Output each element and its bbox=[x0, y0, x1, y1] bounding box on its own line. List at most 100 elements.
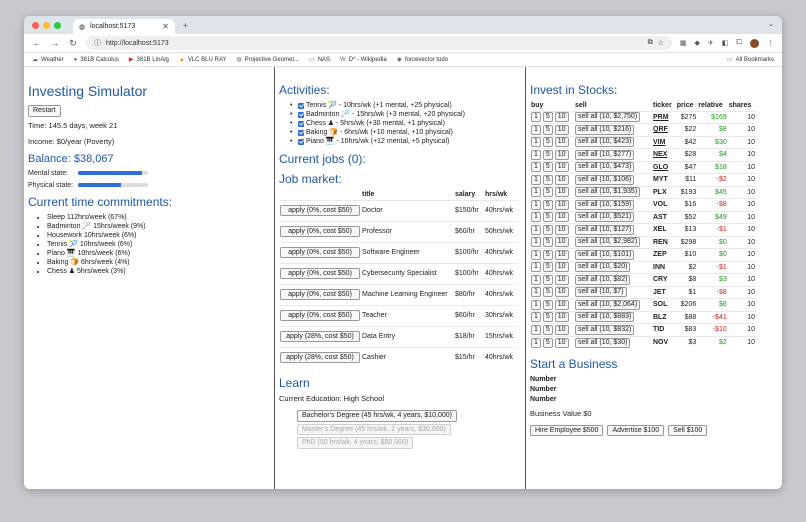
apply-button[interactable]: apply (28%, cost $50) bbox=[280, 352, 360, 364]
avatar[interactable] bbox=[750, 38, 759, 48]
buy-1-button[interactable]: 1 bbox=[531, 149, 541, 160]
buy-5-button[interactable]: 5 bbox=[542, 112, 553, 123]
buy-1-button[interactable]: 1 bbox=[531, 224, 541, 235]
buy-1-button[interactable]: 1 bbox=[531, 199, 541, 210]
bookmark-item[interactable]: ▶ 381B LinAlg bbox=[129, 56, 169, 64]
buy-10-button[interactable]: 10 bbox=[554, 249, 569, 260]
buy-10-button[interactable]: 10 bbox=[554, 137, 569, 148]
sell-all-button[interactable]: sell all (10, $101) bbox=[575, 249, 635, 260]
sell-all-button[interactable]: sell all (10, $7) bbox=[575, 287, 627, 298]
buy-10-button[interactable]: 10 bbox=[554, 124, 569, 135]
sell-all-button[interactable]: sell all (10, $473) bbox=[575, 162, 635, 173]
buy-1-button[interactable]: 1 bbox=[531, 324, 541, 335]
buy-1-button[interactable]: 1 bbox=[531, 287, 541, 298]
sell-all-button[interactable]: sell all (10, $2,064) bbox=[575, 299, 641, 310]
buy-10-button[interactable]: 10 bbox=[554, 287, 569, 298]
sell-all-button[interactable]: sell all (10, $2,982) bbox=[575, 237, 641, 248]
sell-all-button[interactable]: sell all (10, $216) bbox=[575, 124, 635, 135]
buy-10-button[interactable]: 10 bbox=[554, 312, 569, 323]
sell-all-button[interactable]: sell all (10, $20) bbox=[575, 262, 631, 273]
sell-all-button[interactable]: sell all (10, $423) bbox=[575, 137, 635, 148]
buy-5-button[interactable]: 5 bbox=[542, 274, 553, 285]
advertise-button[interactable]: Advertise $100 bbox=[607, 424, 665, 437]
buy-10-button[interactable]: 10 bbox=[554, 162, 569, 173]
chevron-down-icon[interactable]: ⌄ bbox=[768, 20, 774, 28]
site-info-icon[interactable]: ⓘ bbox=[94, 38, 101, 48]
stock-ticker[interactable]: QRF bbox=[652, 123, 676, 136]
extension-icon[interactable]: ◆ bbox=[695, 39, 700, 47]
apply-button[interactable]: apply (0%, cost $50) bbox=[280, 226, 360, 237]
back-icon[interactable]: ← bbox=[32, 38, 42, 48]
buy-10-button[interactable]: 10 bbox=[554, 149, 569, 160]
sell-all-button[interactable]: sell all (10, $883) bbox=[575, 312, 635, 323]
activity-checkbox[interactable] bbox=[298, 129, 304, 136]
sell-all-button[interactable]: sell all (10, $30) bbox=[575, 337, 631, 348]
buy-10-button[interactable]: 10 bbox=[554, 212, 569, 223]
buy-10-button[interactable]: 10 bbox=[554, 237, 569, 248]
buy-5-button[interactable]: 5 bbox=[542, 337, 553, 348]
apply-button[interactable]: apply (0%, cost $50) bbox=[280, 247, 360, 258]
bookmark-item[interactable]: ☁ Weather bbox=[32, 56, 64, 64]
buy-10-button[interactable]: 10 bbox=[554, 262, 569, 273]
buy-5-button[interactable]: 5 bbox=[542, 224, 553, 235]
star-icon[interactable]: ☆ bbox=[658, 39, 664, 47]
sell-all-button[interactable]: sell all (10, $82) bbox=[575, 274, 631, 285]
buy-1-button[interactable]: 1 bbox=[531, 137, 541, 148]
hire-employee-button[interactable]: Hire Employee $500 bbox=[530, 424, 604, 437]
buy-5-button[interactable]: 5 bbox=[542, 237, 553, 248]
sell-all-button[interactable]: sell all (10, $1,935) bbox=[575, 187, 641, 198]
buy-1-button[interactable]: 1 bbox=[531, 237, 541, 248]
masters-button[interactable]: Master's Degree (45 hrs/wk, 2 years, $30… bbox=[297, 423, 451, 436]
extension-icon[interactable]: ✈ bbox=[708, 39, 714, 47]
bachelors-button[interactable]: Bachelor's Degree (45 hrs/wk, 4 years, $… bbox=[297, 410, 457, 422]
forward-icon[interactable]: → bbox=[50, 38, 60, 48]
activity-checkbox[interactable] bbox=[298, 102, 304, 109]
buy-10-button[interactable]: 10 bbox=[554, 274, 569, 285]
activity-checkbox[interactable] bbox=[298, 111, 304, 118]
buy-5-button[interactable]: 5 bbox=[542, 149, 553, 160]
apply-button[interactable]: apply (0%, cost $50) bbox=[280, 268, 360, 279]
buy-1-button[interactable]: 1 bbox=[531, 312, 541, 323]
buy-10-button[interactable]: 10 bbox=[554, 199, 569, 210]
all-bookmarks-button[interactable]: ▭ All Bookmarks bbox=[727, 56, 774, 64]
menu-icon[interactable]: ⋮ bbox=[767, 39, 774, 47]
stock-ticker[interactable]: VIM bbox=[652, 135, 676, 149]
apply-button[interactable]: apply (0%, cost $50) bbox=[280, 289, 360, 300]
bookmark-item[interactable]: ▲ VLC BLU RAY bbox=[179, 57, 227, 63]
reload-icon[interactable]: ↻ bbox=[68, 38, 78, 49]
buy-5-button[interactable]: 5 bbox=[542, 187, 553, 198]
buy-10-button[interactable]: 10 bbox=[554, 112, 569, 123]
buy-10-button[interactable]: 10 bbox=[554, 337, 569, 348]
buy-1-button[interactable]: 1 bbox=[531, 124, 541, 135]
buy-1-button[interactable]: 1 bbox=[531, 299, 541, 310]
sell-all-button[interactable]: sell all (10, $2,750) bbox=[575, 112, 641, 123]
bookmark-item[interactable]: ◍ Projective Geomet... bbox=[236, 56, 299, 64]
sell-all-button[interactable]: sell all (10, $159) bbox=[575, 199, 635, 210]
buy-1-button[interactable]: 1 bbox=[531, 262, 541, 273]
puzzle-icon[interactable]: ⧠ bbox=[736, 39, 742, 47]
buy-1-button[interactable]: 1 bbox=[531, 162, 541, 173]
buy-10-button[interactable]: 10 bbox=[554, 299, 569, 310]
sell-all-button[interactable]: sell all (10, $106) bbox=[575, 174, 635, 185]
sell-business-button[interactable]: Sell $100 bbox=[668, 424, 708, 437]
buy-10-button[interactable]: 10 bbox=[554, 174, 569, 185]
stock-ticker[interactable]: PRM bbox=[652, 110, 676, 124]
new-tab-button[interactable]: + bbox=[183, 21, 188, 30]
buy-5-button[interactable]: 5 bbox=[542, 324, 553, 335]
sell-all-button[interactable]: sell all (10, $521) bbox=[575, 212, 635, 223]
buy-1-button[interactable]: 1 bbox=[531, 274, 541, 285]
minimize-window-button[interactable] bbox=[43, 21, 50, 29]
buy-5-button[interactable]: 5 bbox=[542, 299, 553, 310]
buy-5-button[interactable]: 5 bbox=[542, 162, 553, 173]
sell-all-button[interactable]: sell all (10, $832) bbox=[575, 324, 635, 335]
bookmark-item[interactable]: ▭ NAS bbox=[309, 56, 330, 64]
buy-1-button[interactable]: 1 bbox=[531, 187, 541, 198]
buy-5-button[interactable]: 5 bbox=[542, 174, 553, 185]
sell-all-button[interactable]: sell all (10, $277) bbox=[575, 149, 635, 160]
buy-1-button[interactable]: 1 bbox=[531, 337, 541, 348]
buy-5-button[interactable]: 5 bbox=[542, 287, 553, 298]
restart-button[interactable]: Restart bbox=[28, 105, 61, 117]
apply-button[interactable]: apply (0%, cost $50) bbox=[280, 205, 360, 216]
open-external-icon[interactable]: ⧉ bbox=[648, 39, 653, 47]
buy-5-button[interactable]: 5 bbox=[542, 137, 553, 148]
